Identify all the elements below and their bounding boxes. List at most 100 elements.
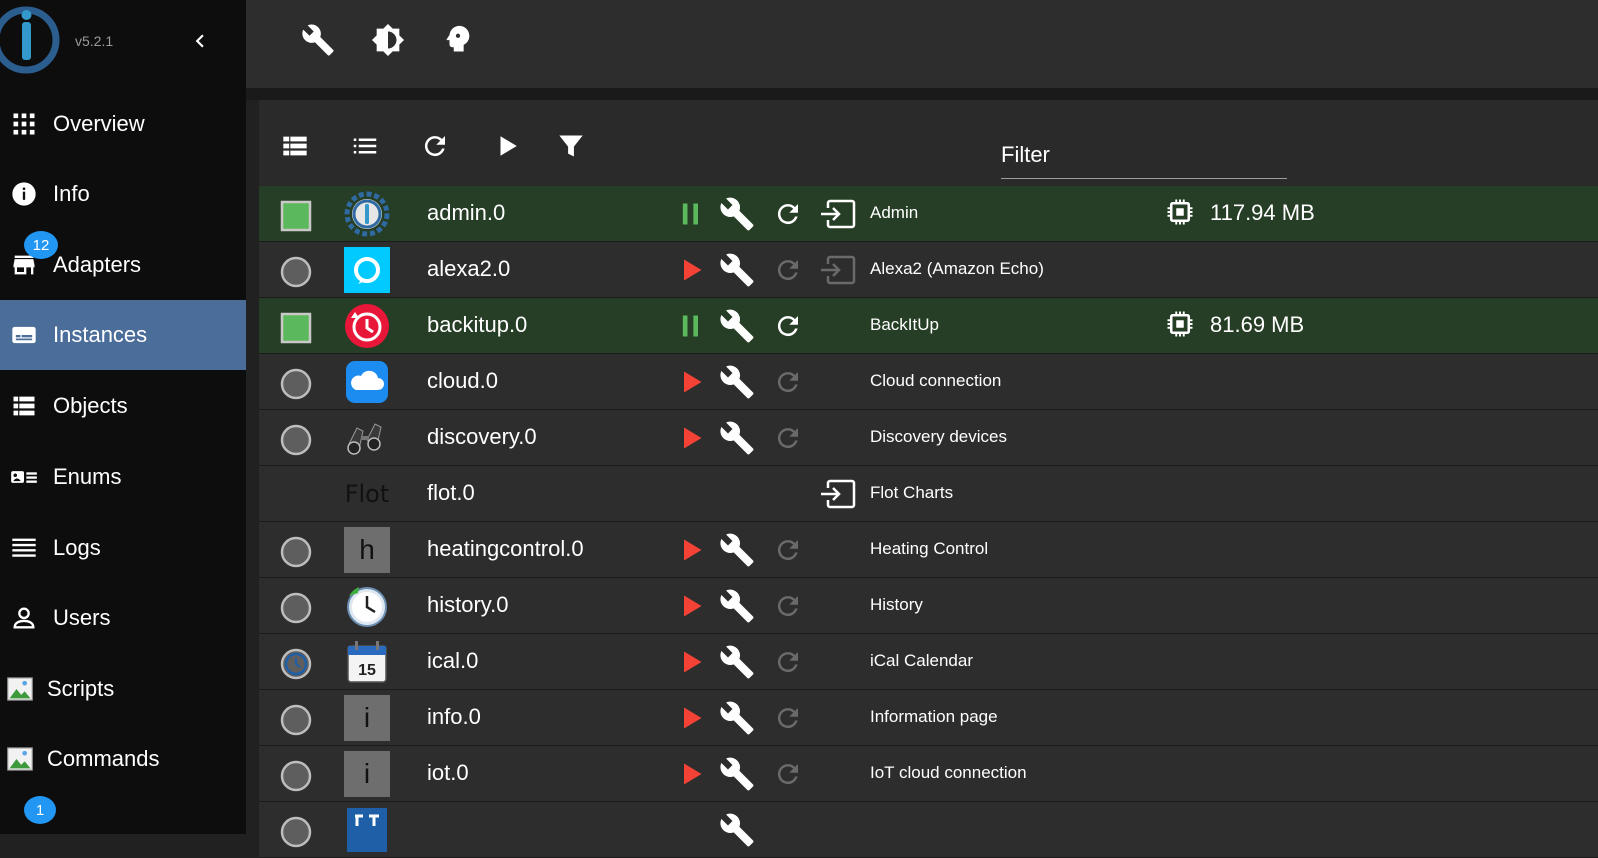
filter-input[interactable]: Filter	[1001, 138, 1287, 179]
restart-icon[interactable]	[773, 311, 803, 341]
instances-icon	[10, 321, 38, 349]
instance-title: Discovery devices	[870, 427, 1007, 446]
play-icon[interactable]	[677, 592, 705, 620]
restart-icon[interactable]	[773, 199, 803, 229]
restart-icon[interactable]	[773, 759, 803, 789]
table-row[interactable]: cloud.0 Cloud connection	[259, 354, 1598, 410]
stopped-indicator[interactable]	[279, 423, 313, 457]
restart-icon[interactable]	[773, 703, 803, 733]
stopped-indicator[interactable]	[279, 759, 313, 793]
restart-icon[interactable]	[773, 367, 803, 397]
restart-icon[interactable]	[773, 647, 803, 677]
stopped-indicator[interactable]	[279, 815, 313, 849]
play-icon[interactable]	[677, 760, 705, 788]
table-row[interactable]: Flot flot.0 Flot Charts	[259, 466, 1598, 522]
table-row[interactable]: 15 ical.0 iCal Calendar	[259, 634, 1598, 690]
table-row[interactable]: alexa2.0 Alexa2 (Amazon Echo)	[259, 242, 1598, 298]
filter-icon[interactable]	[553, 128, 589, 164]
table-row[interactable]	[259, 802, 1598, 858]
play-icon[interactable]	[677, 648, 705, 676]
table-row[interactable]: history.0 History	[259, 578, 1598, 634]
running-indicator[interactable]	[279, 311, 313, 345]
open-link-icon[interactable]	[820, 198, 856, 230]
schedule-indicator[interactable]	[279, 647, 313, 681]
view-list-icon[interactable]	[347, 128, 383, 164]
play-icon[interactable]	[677, 256, 705, 284]
play-icon[interactable]	[677, 704, 705, 732]
expert-mode-icon[interactable]	[438, 20, 478, 60]
sidebar: v5.2.1 Overview Info Adapters 12 Instanc…	[0, 0, 246, 834]
open-link-icon[interactable]	[820, 478, 856, 510]
table-row[interactable]: backitup.0 BackItUp 81.69 MB	[259, 298, 1598, 354]
stopped-indicator[interactable]	[279, 367, 313, 401]
table-row[interactable]: discovery.0 Discovery devices	[259, 410, 1598, 466]
instance-title: Information page	[870, 707, 998, 726]
restart-icon[interactable]	[773, 255, 803, 285]
chevron-left-icon[interactable]	[187, 28, 213, 54]
play-icon[interactable]	[677, 368, 705, 396]
running-indicator[interactable]	[279, 199, 313, 233]
brightness-icon[interactable]	[368, 20, 408, 60]
table-row[interactable]: i info.0 Information page	[259, 690, 1598, 746]
table-row[interactable]: h heatingcontrol.0 Heating Control	[259, 522, 1598, 578]
wrench-icon[interactable]	[719, 308, 755, 344]
enums-icon	[10, 463, 38, 491]
wrench-icon[interactable]	[719, 364, 755, 400]
instance-name: info.0	[427, 704, 481, 729]
sidebar-item-label: Logs	[53, 535, 101, 560]
stopped-indicator[interactable]	[279, 703, 313, 737]
wrench-icon[interactable]	[719, 532, 755, 568]
restart-icon[interactable]	[773, 591, 803, 621]
restart-icon[interactable]	[773, 423, 803, 453]
user-icon	[10, 604, 38, 632]
sidebar-item-scripts[interactable]: Scripts	[0, 654, 246, 724]
sidebar-item-overview[interactable]: Overview	[0, 89, 246, 159]
play-icon[interactable]	[677, 424, 705, 452]
instance-name: discovery.0	[427, 424, 537, 449]
refresh-icon[interactable]	[417, 128, 453, 164]
svg-text:15: 15	[358, 662, 376, 679]
wrench-icon[interactable]	[719, 588, 755, 624]
wrench-icon[interactable]	[298, 20, 338, 60]
stopped-indicator[interactable]	[279, 255, 313, 289]
sidebar-item-objects[interactable]: Objects	[0, 371, 246, 441]
sidebar-item-label: Info	[53, 181, 90, 206]
sidebar-item-users[interactable]: Users	[0, 583, 246, 653]
sidebar-item-instances[interactable]: Instances	[0, 300, 246, 370]
wrench-icon[interactable]	[719, 700, 755, 736]
topbar-divider	[246, 88, 1598, 100]
wrench-icon[interactable]	[719, 252, 755, 288]
sidebar-item-info[interactable]: Info	[0, 159, 246, 229]
view-compact-icon[interactable]	[277, 128, 313, 164]
instance-name: history.0	[427, 592, 509, 617]
memory-chip-icon	[1167, 311, 1193, 337]
instance-title: History	[870, 595, 923, 614]
wrench-icon[interactable]	[719, 644, 755, 680]
iobroker-logo[interactable]	[0, 6, 60, 74]
sidebar-item-logs[interactable]: Logs	[0, 513, 246, 583]
sidebar-item-adapters[interactable]: Adapters 12	[0, 230, 246, 300]
restart-icon[interactable]	[773, 535, 803, 565]
stopped-indicator[interactable]	[279, 535, 313, 569]
play-icon[interactable]	[489, 128, 525, 164]
stopped-indicator[interactable]	[279, 591, 313, 625]
instance-title: IoT cloud connection	[870, 763, 1027, 782]
play-icon[interactable]	[677, 536, 705, 564]
wrench-icon[interactable]	[719, 756, 755, 792]
wrench-icon[interactable]	[719, 420, 755, 456]
instance-name: alexa2.0	[427, 256, 511, 281]
table-row[interactable]: i iot.0 IoT cloud connection	[259, 746, 1598, 802]
pause-icon[interactable]	[677, 312, 705, 340]
sidebar-item-label: Objects	[53, 393, 128, 418]
sidebar-item-commands[interactable]: Commands	[0, 724, 246, 794]
heatingcontrol-adapter-icon: h	[343, 526, 391, 574]
table-row[interactable]: admin.0 Admin 117.94 MB	[259, 186, 1598, 242]
wrench-icon[interactable]	[719, 196, 755, 232]
info-icon	[10, 180, 38, 208]
sidebar-item-enums[interactable]: Enums	[0, 442, 246, 512]
pause-icon[interactable]	[677, 200, 705, 228]
adapters-badge: 12	[24, 231, 58, 259]
open-link-icon[interactable]	[820, 254, 856, 286]
wrench-icon[interactable]	[719, 812, 755, 848]
instance-title: Cloud connection	[870, 371, 1002, 390]
